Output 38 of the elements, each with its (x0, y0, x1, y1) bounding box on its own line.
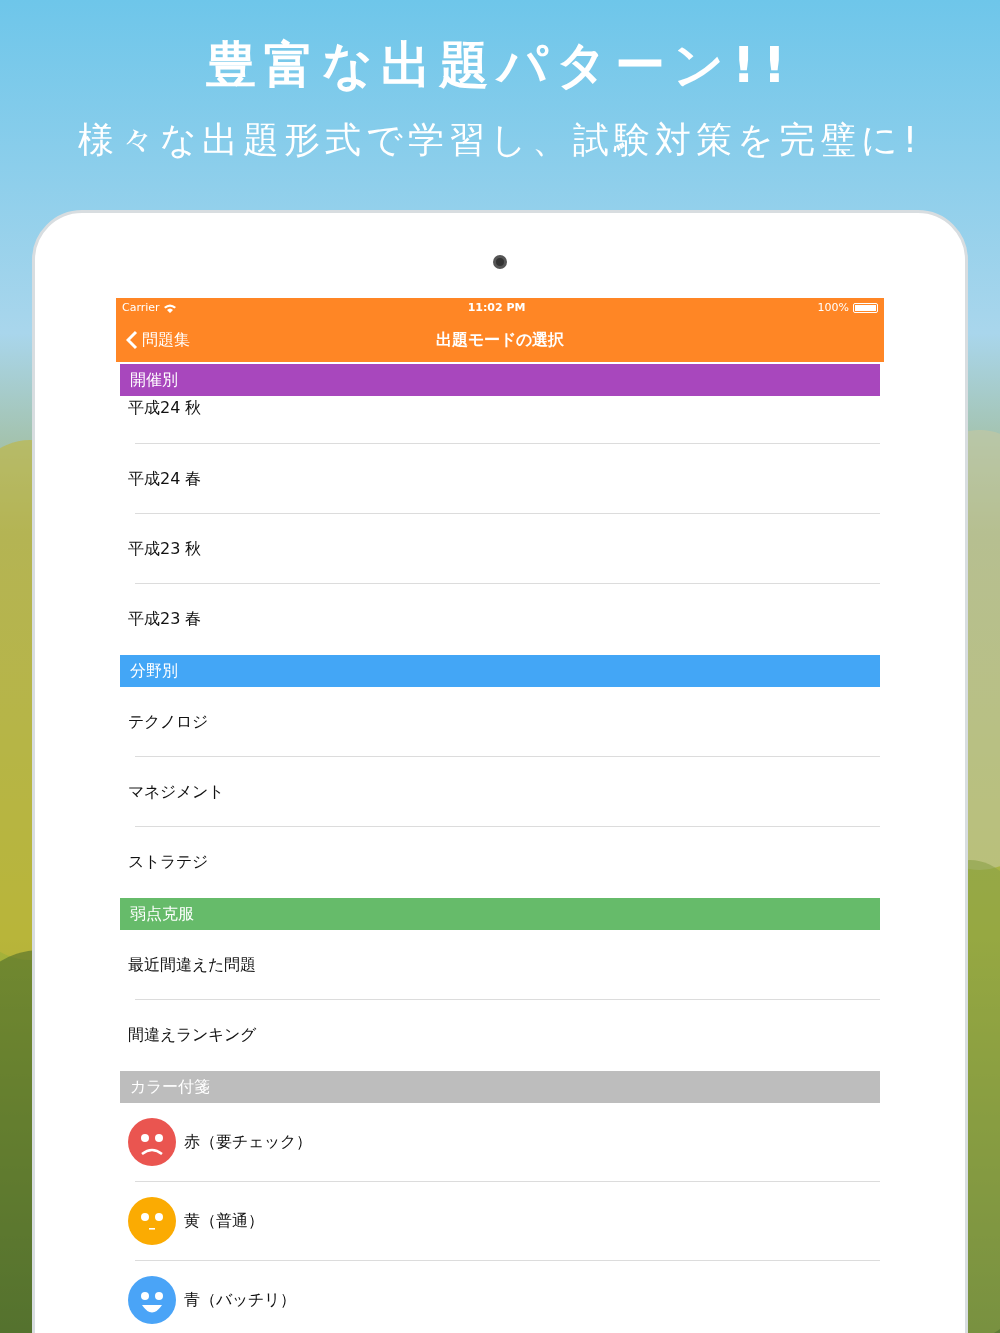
list-item[interactable]: 青（バッチリ） (128, 1261, 880, 1333)
list-item[interactable]: 平成23 秋 (128, 514, 880, 583)
subheadline: 様々な出題形式で学習し、試験対策を完璧に! (77, 118, 923, 162)
item-label: テクノロジ (128, 710, 208, 733)
item-label: 黄（普通） (184, 1210, 264, 1232)
headline: 豊富な出題パターン!! (206, 35, 794, 96)
list-item[interactable]: 平成23 春 (128, 584, 880, 653)
section-title: 弱点克服 (130, 903, 194, 925)
list-item[interactable]: 赤（要チェック） (128, 1103, 880, 1181)
item-label: 平成24 秋 (128, 397, 202, 419)
item-label: 間違えランキング (128, 1023, 256, 1046)
list-item[interactable]: 最近間違えた問題 (128, 930, 880, 999)
section-title: 開催別 (130, 369, 178, 391)
battery-label: 100% (817, 299, 849, 316)
battery-icon (853, 303, 878, 313)
item-label: ストラテジ (128, 850, 208, 873)
list-item[interactable]: マネジメント (128, 757, 880, 826)
section-title: 分野別 (130, 660, 178, 682)
item-label: 平成23 春 (128, 607, 202, 630)
item-label: マネジメント (128, 780, 224, 803)
list-item[interactable]: テクノロジ (128, 687, 880, 756)
item-label: 平成24 春 (128, 467, 202, 490)
wifi-icon (163, 303, 176, 313)
camera-icon (493, 255, 507, 269)
list-item[interactable]: ストラテジ (128, 827, 880, 896)
list-item[interactable]: 黄（普通） (128, 1182, 880, 1260)
item-label: 赤（要チェック） (184, 1131, 312, 1153)
nav-title: 出題モードの選択 (436, 329, 564, 351)
list-item[interactable]: 平成24 春 (128, 444, 880, 513)
item-label: 平成23 秋 (128, 537, 202, 560)
item-label: 青（バッチリ） (184, 1289, 296, 1311)
clock: 11:02 PM (467, 299, 526, 316)
carrier-label: Carrier (122, 299, 160, 316)
list-item[interactable]: 平成24 秋 (128, 396, 880, 443)
item-label: 最近間違えた問題 (128, 953, 256, 976)
list-item[interactable]: 間違えランキング (128, 1000, 880, 1069)
section-title: カラー付箋 (130, 1076, 210, 1098)
chevron-left-icon (126, 330, 138, 350)
